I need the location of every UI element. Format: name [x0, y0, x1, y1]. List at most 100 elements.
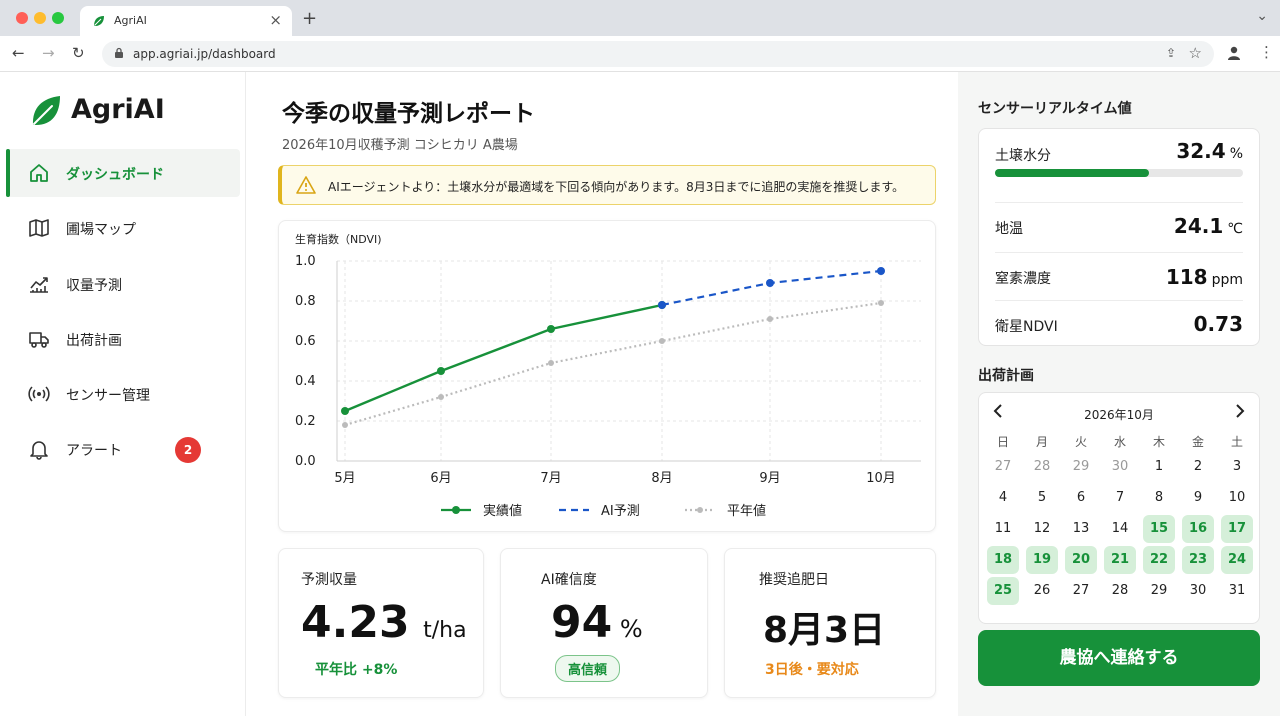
calendar-day[interactable]: 26: [1026, 577, 1058, 605]
ndvi-line-chart: 生育指数（NDVI) 0.0 0.2 0.4 0.6 0.8 1.0 5月 6月 7月 8月 9月 10…: [295, 232, 921, 519]
calendar-day-shipping[interactable]: 23: [1182, 546, 1214, 574]
calendar-day[interactable]: 14: [1104, 515, 1136, 543]
calendar-day[interactable]: 12: [1026, 515, 1058, 543]
new-tab-button[interactable]: +: [302, 8, 317, 29]
tab-close-icon[interactable]: ×: [269, 11, 282, 29]
calendar-day[interactable]: 3: [1221, 453, 1253, 481]
nitrogen-value: 118: [1165, 265, 1208, 289]
calendar-day-shipping[interactable]: 15: [1143, 515, 1175, 543]
tab-search-icon[interactable]: ⌄: [1256, 8, 1268, 24]
calendar-day[interactable]: 29: [1065, 453, 1097, 481]
data-point-0: [341, 407, 349, 415]
profile-icon[interactable]: [1226, 45, 1242, 61]
predicted-yield-value: 4.23: [301, 597, 410, 648]
calendar-day-shipping[interactable]: 16: [1182, 515, 1214, 543]
calendar-month-label: 2026年10月: [1084, 408, 1154, 422]
calendar-day-shipping[interactable]: 19: [1026, 546, 1058, 574]
data-point-0: [437, 367, 445, 375]
calendar-day[interactable]: 11: [987, 515, 1019, 543]
sensor-label: 地温: [995, 221, 1023, 237]
address-bar[interactable]: app.agriai.jp/dashboard ⇪ ☆: [102, 41, 1214, 67]
sensor-row-satellite-ndvi: 衛星NDVI 0.73: [995, 301, 1243, 347]
maximize-window-button[interactable]: [52, 12, 64, 24]
stat-label: 予測収量: [301, 572, 357, 588]
calendar-day[interactable]: 13: [1065, 515, 1097, 543]
calendar-day[interactable]: 28: [1026, 453, 1058, 481]
sensor-row-soil-temp: 地温 24.1 ℃: [995, 203, 1243, 253]
predicted-yield-card: 予測収量 4.23 t/ha 平年比 +8%: [278, 548, 484, 698]
close-window-button[interactable]: [16, 12, 28, 24]
calendar-day[interactable]: 10: [1221, 484, 1253, 512]
browser-toolbar: ← → ↻ app.agriai.jp/dashboard ⇪ ☆ ⋮: [0, 36, 1280, 72]
calendar-day[interactable]: 30: [1182, 577, 1214, 605]
share-icon[interactable]: ⇪: [1166, 46, 1176, 60]
x-tick-label: 9月: [759, 471, 780, 486]
calendar-day[interactable]: 30: [1104, 453, 1136, 481]
y-tick-label: 0.6: [295, 334, 316, 349]
data-point-2: [878, 300, 884, 306]
satellite-ndvi-value: 0.73: [1193, 312, 1243, 336]
right-panel: センサーリアルタイム値 土壌水分 32.4% 地温 24.1 ℃ 窒素濃度 118…: [958, 72, 1280, 716]
main-content: 今季の収量予測レポート 2026年10月収穫予測 コシヒカリ A農場 AIエージ…: [246, 72, 958, 716]
calendar-day[interactable]: 27: [987, 453, 1019, 481]
data-point-2: [659, 338, 665, 344]
forward-icon[interactable]: →: [42, 44, 55, 62]
calendar-day-shipping[interactable]: 18: [987, 546, 1019, 574]
stat-value: 94 %: [551, 597, 643, 648]
calendar-day[interactable]: 4: [987, 484, 1019, 512]
calendar-day[interactable]: 1: [1143, 453, 1175, 481]
back-icon[interactable]: ←: [12, 44, 25, 62]
sidebar-item-yield-forecast[interactable]: 収量予測: [6, 260, 240, 308]
calendar-day[interactable]: 2: [1182, 453, 1214, 481]
bookmark-star-icon[interactable]: ☆: [1189, 44, 1202, 62]
sidebar-item-sensor-management[interactable]: センサー管理: [6, 370, 240, 418]
confidence-badge: 高信頼: [555, 655, 621, 682]
calendar-day[interactable]: 7: [1104, 484, 1136, 512]
calendar-day-shipping[interactable]: 17: [1221, 515, 1253, 543]
sidebar-item-label: センサー管理: [66, 388, 150, 404]
sensor-section-title: センサーリアルタイム値: [978, 101, 1132, 117]
sidebar-item-label: アラート: [66, 443, 122, 459]
stat-label: AI確信度: [541, 572, 597, 588]
url-text[interactable]: app.agriai.jp/dashboard: [133, 47, 276, 61]
contact-ja-button[interactable]: 農協へ連絡する: [978, 630, 1260, 686]
reload-icon[interactable]: ↻: [72, 44, 85, 62]
sensor-value: 118 ppm: [1166, 265, 1243, 289]
series-line-1: [661, 269, 882, 307]
calendar-day-shipping[interactable]: 22: [1143, 546, 1175, 574]
browser-tab-bar: AgriAI × + ⌄: [0, 0, 1280, 36]
bell-icon: [30, 441, 48, 460]
sidebar-item-label: 圃場マップ: [66, 222, 136, 238]
browser-tab[interactable]: AgriAI ×: [80, 6, 292, 36]
calendar-day[interactable]: 29: [1143, 577, 1175, 605]
chevron-right-icon: [1236, 404, 1245, 418]
minimize-window-button[interactable]: [34, 12, 46, 24]
browser-menu-icon[interactable]: ⋮: [1259, 43, 1274, 61]
sidebar-item-dashboard[interactable]: ダッシュボード: [6, 149, 240, 197]
calendar-day-shipping[interactable]: 25: [987, 577, 1019, 605]
calendar-day-shipping[interactable]: 21: [1104, 546, 1136, 574]
calendar-day[interactable]: 9: [1182, 484, 1214, 512]
calendar-day[interactable]: 27: [1065, 577, 1097, 605]
calendar-next-button[interactable]: [1235, 403, 1245, 422]
calendar-weekday: 木: [1152, 435, 1165, 449]
calendar-day[interactable]: 5: [1026, 484, 1058, 512]
y-axis-label: 生育指数（NDVI): [295, 232, 382, 246]
calendar-day[interactable]: 31: [1221, 577, 1253, 605]
calendar-day-shipping[interactable]: 24: [1221, 546, 1253, 574]
calendar-day-shipping[interactable]: 20: [1065, 546, 1097, 574]
y-tick-label: 0.8: [295, 294, 316, 309]
calendar-day[interactable]: 8: [1143, 484, 1175, 512]
calendar-day[interactable]: 28: [1104, 577, 1136, 605]
calendar-day[interactable]: 6: [1065, 484, 1097, 512]
legend-label: 実績値: [483, 503, 522, 519]
data-point-2: [767, 316, 773, 322]
sidebar-item-field-map[interactable]: 圃場マップ: [6, 204, 240, 252]
alert-message: AIエージェントより：土壌水分が最適域を下回る傾向があります。8月3日までに追肥…: [328, 180, 905, 194]
data-point-1: [658, 301, 666, 309]
stat-label: 推奨追肥日: [759, 572, 829, 588]
ai-alert-banner: AIエージェントより：土壌水分が最適域を下回る傾向があります。8月3日までに追肥…: [278, 165, 936, 205]
sidebar-item-alerts[interactable]: アラート 2: [6, 425, 240, 473]
yield-comparison: 平年比 +8%: [315, 662, 398, 678]
sidebar-item-shipping-plan[interactable]: 出荷計画: [6, 315, 240, 363]
